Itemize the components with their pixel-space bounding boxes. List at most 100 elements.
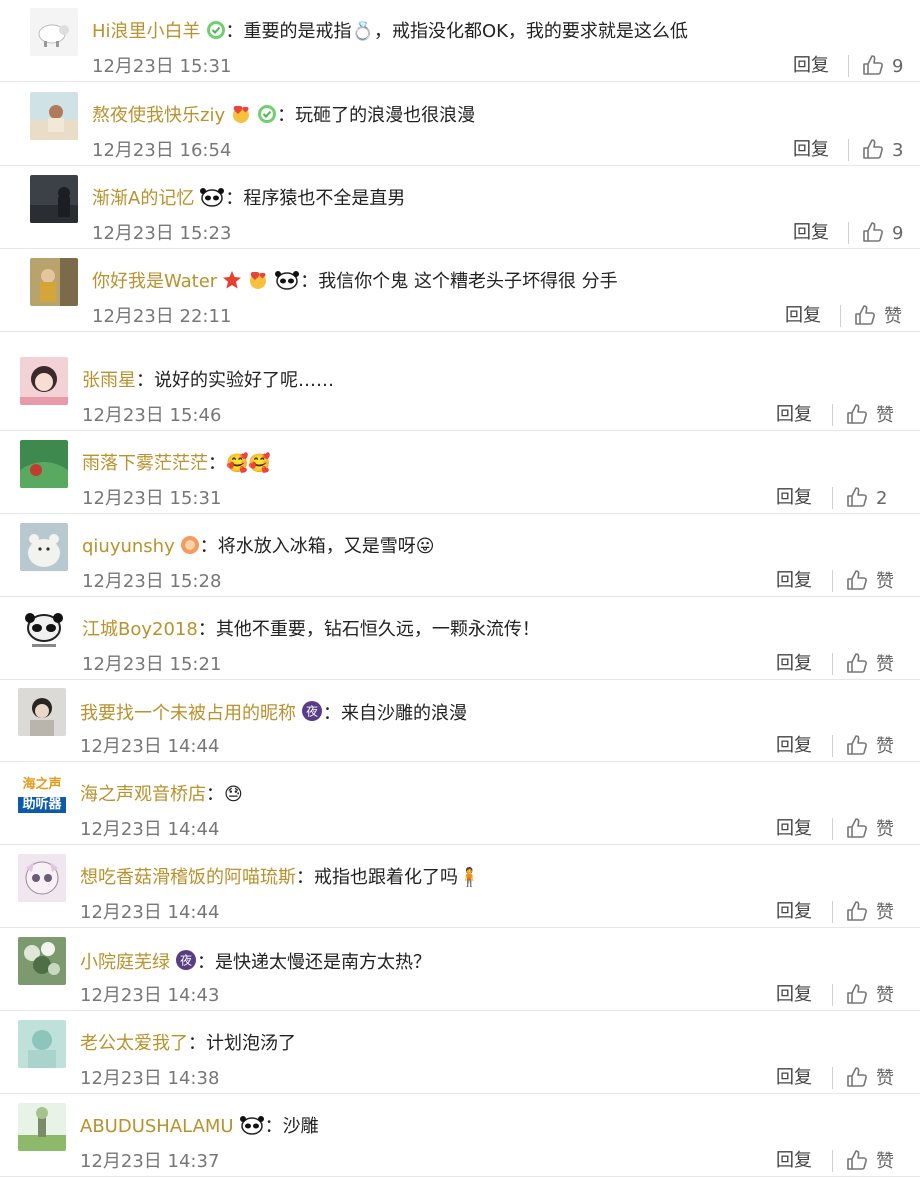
thumbs-up-icon — [846, 652, 868, 680]
username-link[interactable]: 老公太爱我了 — [80, 1033, 188, 1054]
thumbs-up-icon — [862, 54, 884, 82]
comment-item: 老公太爱我了：计划泡汤了 12月23日 14:38 回复 赞 — [0, 1012, 920, 1094]
like-button[interactable]: 赞 — [846, 1066, 894, 1094]
reply-button[interactable]: 回复 — [793, 139, 829, 161]
like-count: 赞 — [876, 405, 894, 426]
row-divider — [0, 165, 920, 166]
reply-button[interactable]: 回复 — [793, 222, 829, 244]
like-button[interactable]: 赞 — [854, 304, 902, 332]
thumbs-up-icon — [846, 1066, 868, 1094]
comment-text: 戒指也跟着化了吗🧍 — [314, 867, 481, 888]
like-button[interactable]: 2 — [846, 486, 887, 514]
row-divider — [0, 844, 920, 845]
like-button[interactable]: 赞 — [846, 569, 894, 597]
like-button[interactable]: 赞 — [846, 983, 894, 1011]
like-count: 赞 — [876, 1151, 894, 1172]
username-link[interactable]: 想吃香菇滑稽饭的阿喵琉斯 — [80, 867, 296, 888]
comment-text: 沙雕 — [282, 1116, 319, 1137]
like-button[interactable]: 赞 — [846, 900, 894, 928]
like-count: 3 — [892, 140, 904, 161]
avatar[interactable] — [18, 937, 66, 985]
username-link[interactable]: 张雨星 — [82, 370, 136, 391]
colon-separator: ： — [199, 536, 218, 557]
username-link[interactable]: qiuyunshy — [82, 536, 175, 557]
like-button[interactable]: 赞 — [846, 652, 894, 680]
avatar[interactable] — [30, 8, 78, 56]
comment-timestamp: 12月23日 14:44 — [80, 819, 220, 840]
avatar[interactable] — [18, 1103, 66, 1151]
reply-button[interactable]: 回复 — [776, 570, 812, 592]
comment-item: ABUDUSHALAMU ：沙雕 12月23日 14:37 回复 赞 — [0, 1095, 920, 1177]
reply-button[interactable]: 回复 — [793, 55, 829, 77]
username-link[interactable]: 江城Boy2018 — [82, 619, 198, 640]
thumbs-up-icon — [846, 403, 868, 431]
verified-badge-icon — [257, 104, 277, 124]
avatar[interactable] — [20, 523, 68, 571]
like-button[interactable]: 赞 — [846, 403, 894, 431]
avatar[interactable] — [18, 1020, 66, 1068]
username-link[interactable]: 熬夜使我快乐ziy — [92, 105, 225, 126]
avatar[interactable] — [18, 688, 66, 736]
action-divider — [832, 901, 833, 923]
username-link[interactable]: 你好我是Water — [92, 271, 217, 292]
comment-timestamp: 12月23日 16:54 — [92, 140, 232, 161]
like-button[interactable]: 9 — [862, 221, 903, 249]
comment-text: 😓 — [224, 784, 243, 805]
heart-face-badge-icon — [230, 104, 252, 124]
svg-text:夜: 夜 — [306, 704, 318, 719]
avatar[interactable] — [30, 175, 78, 223]
comment-text: 重要的是戒指💍，戒指没化都OK，我的要求就是这么低 — [243, 21, 688, 42]
comment-timestamp: 12月23日 15:23 — [92, 223, 232, 244]
like-button[interactable]: 赞 — [846, 1149, 894, 1177]
colon-separator: ： — [300, 271, 319, 292]
reply-button[interactable]: 回复 — [776, 1067, 812, 1089]
reply-button[interactable]: 回复 — [776, 984, 812, 1006]
username-link[interactable]: ABUDUSHALAMU — [80, 1116, 234, 1137]
reply-button[interactable]: 回复 — [776, 901, 812, 923]
avatar[interactable] — [30, 258, 78, 306]
reply-button[interactable]: 回复 — [776, 653, 812, 675]
comment-item: Hi浪里小白羊 ：重要的是戒指💍，戒指没化都OK，我的要求就是这么低 12月23日 … — [0, 0, 920, 82]
action-divider — [832, 1150, 833, 1172]
avatar[interactable] — [20, 357, 68, 405]
comment-item: 雨落下雾茫茫茫：🥰🥰 12月23日 15:31 回复 2 — [0, 432, 920, 514]
like-button[interactable]: 赞 — [846, 734, 894, 762]
thumbs-up-icon — [846, 1149, 868, 1177]
comment-timestamp: 12月23日 14:44 — [80, 902, 220, 923]
reply-button[interactable]: 回复 — [776, 404, 812, 426]
username-link[interactable]: 小院庭芜绿 — [80, 952, 170, 973]
comment-text: 🥰🥰 — [226, 453, 271, 474]
like-count: 赞 — [876, 654, 894, 675]
avatar[interactable] — [20, 606, 68, 654]
like-button[interactable]: 3 — [862, 138, 903, 166]
like-count: 赞 — [876, 902, 894, 923]
like-button[interactable]: 赞 — [846, 817, 894, 845]
row-divider — [0, 761, 920, 762]
comment-text: 玩砸了的浪漫也很浪漫 — [295, 105, 476, 126]
avatar[interactable]: 海之声 助听器 — [18, 771, 66, 819]
colon-separator: ： — [206, 784, 224, 805]
avatar[interactable] — [18, 854, 66, 902]
comment-item: 渐渐A的记忆 ：程序猿也不全是直男 12月23日 15:23 回复 9 — [0, 167, 920, 249]
username-link[interactable]: 海之声观音桥店 — [80, 784, 206, 805]
reply-button[interactable]: 回复 — [776, 1150, 812, 1172]
reply-button[interactable]: 回复 — [776, 735, 812, 757]
username-link[interactable]: Hi浪里小白羊 — [92, 21, 201, 42]
like-count: 赞 — [876, 571, 894, 592]
row-divider — [0, 331, 920, 332]
username-link[interactable]: 雨落下雾茫茫茫 — [82, 453, 208, 474]
colon-separator: ： — [296, 867, 314, 888]
reply-button[interactable]: 回复 — [776, 487, 812, 509]
avatar[interactable] — [20, 440, 68, 488]
username-link[interactable]: 我要找一个未被占用的昵称 — [80, 703, 296, 724]
avatar[interactable] — [30, 92, 78, 140]
comment-item: qiuyunshy ：将水放入冰箱，又是雪呀😛 12月23日 15:28 回复 赞 — [0, 515, 920, 597]
comment-text: 我信你个鬼 这个糟老头子坏得很 分手 — [318, 271, 618, 292]
reply-button[interactable]: 回复 — [785, 305, 821, 327]
colon-separator: ： — [264, 1116, 283, 1137]
action-divider — [832, 1067, 833, 1089]
comment-text: 来自沙雕的浪漫 — [341, 703, 467, 724]
reply-button[interactable]: 回复 — [776, 818, 812, 840]
username-link[interactable]: 渐渐A的记忆 — [92, 188, 194, 209]
like-button[interactable]: 9 — [862, 54, 903, 82]
